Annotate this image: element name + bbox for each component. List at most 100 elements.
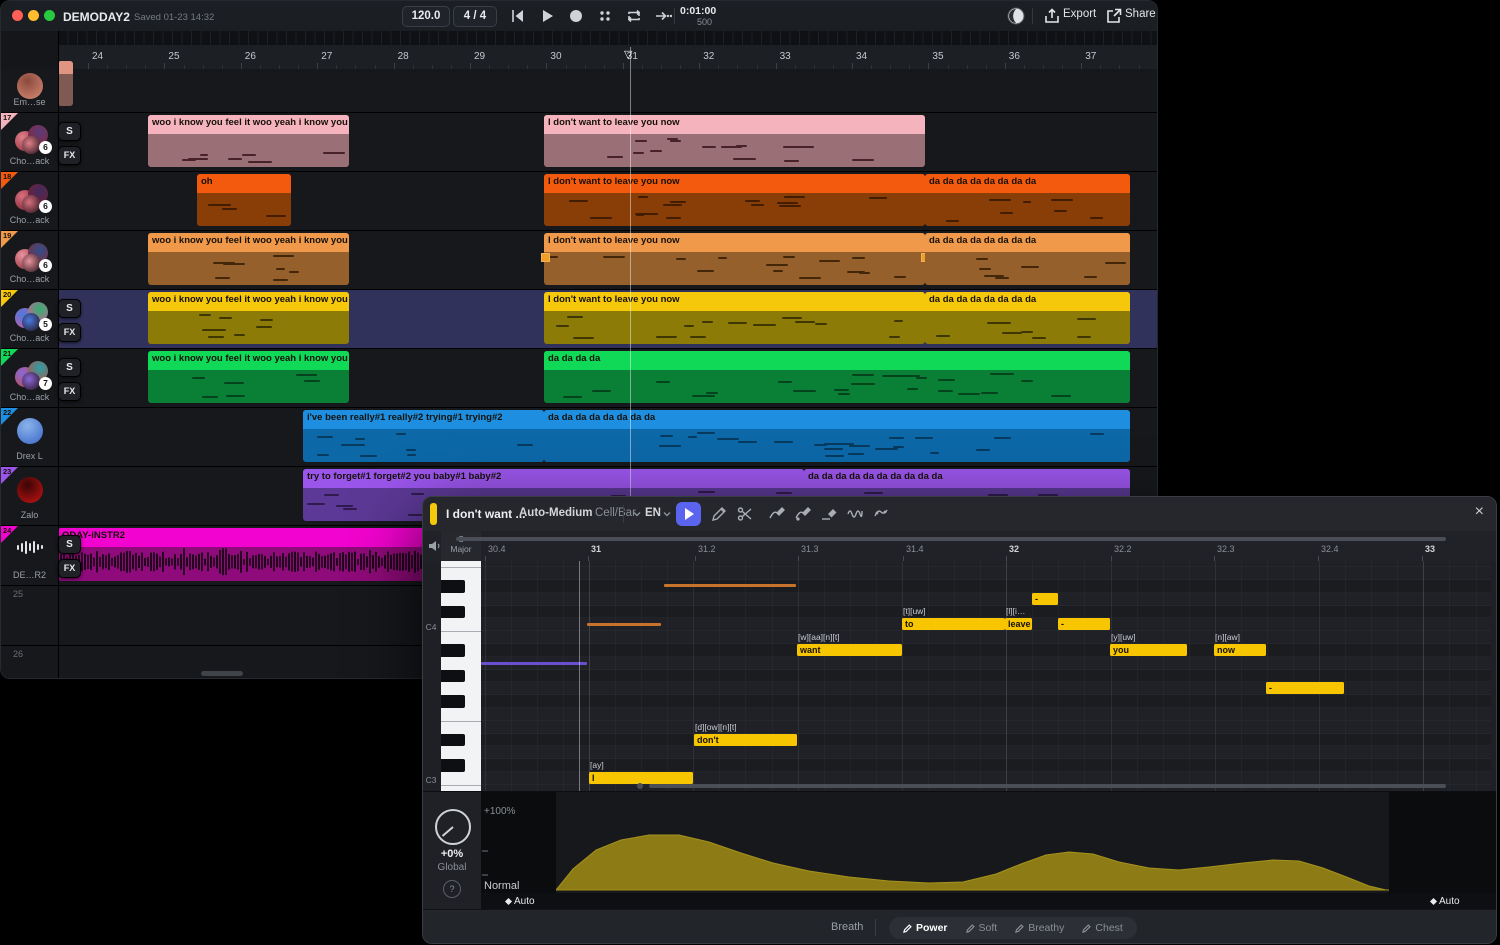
arrangement-hscrollbar[interactable] — [201, 671, 243, 676]
black-key[interactable] — [441, 695, 465, 708]
solo-button[interactable]: S — [58, 358, 81, 377]
piano-key-B3[interactable] — [441, 631, 481, 644]
solo-button[interactable]: S — [58, 122, 81, 141]
lyric-note[interactable]: now — [1214, 644, 1266, 656]
piano-key-C4[interactable] — [441, 618, 481, 631]
lyric-note[interactable]: - — [1058, 618, 1110, 630]
pitch-anchor-tool[interactable] — [794, 505, 812, 523]
black-key[interactable] — [441, 759, 465, 772]
lyric-note[interactable]: leave — [1005, 618, 1032, 630]
black-key[interactable] — [441, 644, 465, 657]
pencil-tool[interactable] — [710, 505, 728, 523]
lyric-note[interactable]: want — [797, 644, 902, 656]
track-header-20[interactable]: 205Cho…ack — [1, 290, 58, 349]
clip[interactable]: oh — [197, 174, 291, 226]
breath-option-power[interactable]: Power — [903, 922, 948, 934]
arrangement-playhead-marker[interactable]: ▽ — [624, 48, 632, 61]
track-header-partial[interactable]: Em…se — [1, 69, 58, 113]
clip[interactable]: da da da da da da da da — [925, 292, 1130, 344]
clip[interactable]: woo i know you feel it woo yeah i know y… — [148, 292, 349, 344]
clip[interactable]: da da da da da da da da — [925, 233, 1130, 285]
global-knob[interactable] — [434, 808, 472, 846]
pointer-play-tool[interactable] — [676, 502, 701, 526]
solo-button[interactable]: S — [58, 535, 81, 554]
editor-bottom-scrollbar[interactable] — [649, 784, 1446, 788]
dot-grid-icon[interactable] — [596, 7, 614, 25]
language-select[interactable]: EN — [645, 507, 661, 519]
clip[interactable]: i've been really#1 really#2 trying#1 try… — [303, 410, 544, 462]
black-key[interactable] — [441, 606, 465, 619]
piano-keyboard[interactable] — [441, 561, 481, 791]
pitch-erase-tool[interactable] — [820, 505, 838, 523]
jump-to-playhead-icon[interactable] — [654, 7, 672, 25]
fx-button[interactable]: FX — [58, 559, 81, 578]
fx-button[interactable]: FX — [58, 146, 81, 165]
piano-key-D#3[interactable] — [441, 734, 481, 747]
parameter-group-label[interactable]: Breath — [831, 921, 863, 933]
beat-ruler[interactable]: 30.43131.231.331.43232.232.332.433 — [423, 531, 1496, 561]
vibrato-shape-tool[interactable] — [872, 505, 890, 523]
export-button[interactable]: Export — [1063, 8, 1096, 20]
clip[interactable]: I don't want to leave you now — [544, 292, 925, 344]
piano-key-A3[interactable] — [441, 657, 481, 670]
help-icon[interactable]: ? — [443, 880, 461, 898]
track-header-26[interactable]: 26 — [1, 646, 58, 679]
breath-option-breathy[interactable]: Breathy — [1015, 922, 1064, 934]
piano-key-E3[interactable] — [441, 721, 481, 734]
play-icon[interactable] — [538, 7, 556, 25]
clip[interactable]: woo i know you feel it woo yeah i know y… — [148, 351, 349, 403]
scissors-tool[interactable] — [736, 505, 754, 523]
piano-key-C#4[interactable] — [441, 606, 481, 619]
track-header-23[interactable]: 23Zalo — [1, 467, 58, 526]
piano-key-F#3[interactable] — [441, 695, 481, 708]
track-header-18[interactable]: 186Cho…ack — [1, 172, 58, 231]
black-key[interactable] — [441, 734, 465, 747]
zoom-window-icon[interactable] — [44, 10, 55, 21]
piano-key-G3[interactable] — [441, 682, 481, 695]
loop-icon[interactable] — [625, 7, 643, 25]
piano-key-F3[interactable] — [441, 708, 481, 721]
clip[interactable]: woo i know you feel it woo yeah i know y… — [148, 115, 349, 167]
clip[interactable]: woo i know you feel it woo yeah i know y… — [148, 233, 349, 285]
clip[interactable]: I don't want to leave you now — [544, 233, 925, 285]
piano-key-D4[interactable] — [441, 593, 481, 606]
piano-key-D3[interactable] — [441, 746, 481, 759]
clip[interactable]: da da da da da da da da — [544, 410, 1130, 462]
lyric-note[interactable]: to — [902, 618, 1005, 630]
breath-option-chest[interactable]: Chest — [1082, 922, 1122, 934]
skip-start-icon[interactable] — [509, 7, 527, 25]
track-header-21[interactable]: 217Cho…ack — [1, 349, 58, 408]
clip[interactable]: I don't want to leave you now — [544, 115, 925, 167]
clip[interactable]: da da da da da da da da — [925, 174, 1130, 226]
black-key[interactable] — [441, 670, 465, 683]
track-header-25[interactable]: 25 — [1, 586, 58, 646]
track-header-22[interactable]: 22Drex L — [1, 408, 58, 467]
piano-key-C#3[interactable] — [441, 759, 481, 772]
user-avatar[interactable] — [1007, 7, 1025, 25]
piano-key-A#3[interactable] — [441, 644, 481, 657]
phoneme-mode-select[interactable]: Auto-Medium — [519, 507, 592, 519]
piano-key-C3[interactable] — [441, 772, 481, 785]
note-grid[interactable]: [ay]I[d][ow][n][t]don't[w][aa][n][t]want… — [481, 561, 1491, 791]
lyric-note[interactable]: don't — [694, 734, 797, 746]
track-header-24[interactable]: 24DE…R2 — [1, 526, 58, 586]
lyric-note[interactable]: - — [1032, 593, 1058, 605]
piano-key-E4[interactable] — [441, 567, 481, 580]
vibrato-wave-tool[interactable] — [846, 505, 864, 523]
close-icon[interactable]: × — [1475, 503, 1484, 521]
record-icon[interactable] — [567, 7, 585, 25]
clip-left-handle[interactable] — [541, 253, 550, 262]
clip[interactable]: da da da da — [544, 351, 1130, 403]
time-signature-display[interactable]: 4 / 4 — [453, 6, 497, 27]
piano-key-G#3[interactable] — [441, 670, 481, 683]
editor-playhead-line[interactable] — [579, 561, 580, 791]
breath-option-soft[interactable]: Soft — [966, 922, 998, 934]
solo-button[interactable]: S — [58, 299, 81, 318]
black-key[interactable] — [441, 580, 465, 593]
tempo-display[interactable]: 120.0 — [402, 6, 450, 27]
fx-button[interactable]: FX — [58, 382, 81, 401]
track-header-17[interactable]: 176Cho…ack — [1, 113, 58, 172]
grid-mode-select[interactable]: Cell/Bar — [595, 507, 636, 519]
minimize-window-icon[interactable] — [28, 10, 39, 21]
track-header-19[interactable]: 196Cho…ack — [1, 231, 58, 290]
